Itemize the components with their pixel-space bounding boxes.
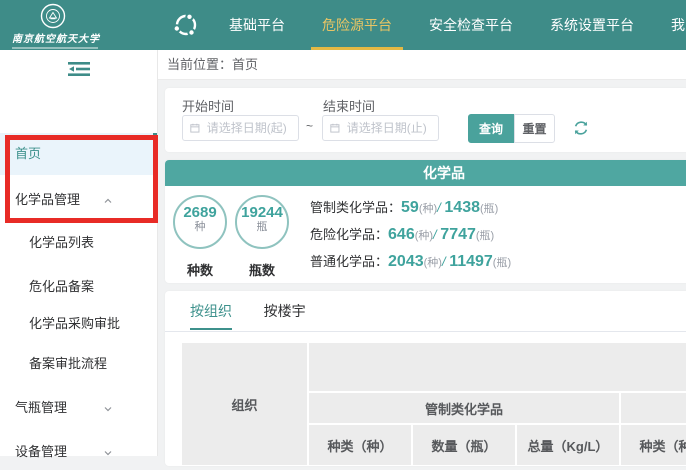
stat-types-value: 646 (388, 226, 415, 243)
stat-separator: / (433, 227, 437, 242)
bottle-count-label: 瓶数 (235, 260, 289, 279)
sidebar-item-gas-cylinder-management[interactable]: 气瓶管理 (0, 390, 157, 426)
sidebar-item-chemical-management[interactable]: 化学品管理 (0, 182, 157, 218)
sidebar: 首页 化学品管理 化学品列表 危化品备案 化学品采购审批 备案审批流程 气瓶管理… (0, 50, 158, 456)
stat-bottles-unit: (瓶) (493, 257, 511, 269)
column-header-types: 种类（种） (309, 425, 411, 465)
sidebar-item-chemical-list[interactable]: 化学品列表 (0, 225, 157, 261)
species-count-label: 种数 (173, 260, 227, 279)
nav-tab-system-settings-platform[interactable]: 系统设置平台 (539, 0, 645, 50)
next-group-header-cell (621, 393, 686, 423)
share-icon[interactable] (172, 11, 200, 39)
stat-types-value: 59 (401, 199, 419, 216)
sidebar-item-label: 化学品采购审批 (29, 316, 120, 331)
start-date-input[interactable] (182, 115, 299, 141)
start-time-label: 开始时间 (182, 96, 234, 115)
end-time-label: 结束时间 (323, 96, 375, 115)
statistics-table-panel: 按组织 按楼宇 组织 管制类化学品 种类（种） 数量（瓶） 总量（Kg/L） 种… (165, 291, 686, 466)
reset-button[interactable]: 重置 (514, 114, 555, 143)
breadcrumb: 当前位置：首页 (158, 50, 686, 80)
date-range-separator: ~ (306, 119, 313, 133)
end-date-input[interactable] (322, 115, 439, 141)
breadcrumb-text: 当前位置：首页 (167, 57, 258, 72)
column-header-total: 总量（Kg/L） (517, 425, 619, 465)
sidebar-item-purchase-approval[interactable]: 化学品采购审批 (0, 306, 157, 342)
sidebar-item-hazchem-filing[interactable]: 危化品备案 (0, 269, 157, 305)
sidebar-item-filing-approval-flow[interactable]: 备案审批流程 (0, 346, 157, 382)
stat-separator: / (437, 200, 441, 215)
nav-tab-base-platform[interactable]: 基础平台 (218, 0, 296, 50)
nav-tab-hazard-platform[interactable]: 危险源平台 (311, 0, 403, 50)
view-tabs: 按组织 按楼宇 (165, 291, 686, 332)
nav-tab-safety-check-platform[interactable]: 安全检查平台 (418, 0, 524, 50)
species-count-unit: 种 (175, 221, 225, 234)
column-header-quantity: 数量（瓶） (413, 425, 515, 465)
refresh-icon[interactable] (572, 119, 590, 137)
stat-label: 管制类化学品： (310, 200, 401, 215)
stat-bottles-unit: (瓶) (480, 203, 498, 215)
sidebar-item-label: 首页 (15, 146, 41, 161)
bottle-count-unit: 瓶 (237, 221, 287, 234)
sidebar-item-equipment-management[interactable]: 设备管理 (0, 434, 157, 470)
stat-bottles-value: 1438 (444, 199, 480, 216)
nav-tab-mine[interactable]: 我的 (660, 0, 686, 50)
sidebar-item-label: 危化品备案 (29, 279, 94, 294)
stat-separator: / (442, 254, 446, 269)
tab-by-building[interactable]: 按楼宇 (264, 299, 306, 330)
column-header-types-next-group: 种类（种） (621, 425, 686, 465)
menu-fold-icon[interactable] (0, 61, 157, 80)
university-seal-icon (40, 3, 66, 29)
sidebar-item-label: 气瓶管理 (15, 400, 67, 415)
university-logo: 南京航空航天大学 (12, 3, 132, 49)
bottle-count-circle: 19244 瓶 (235, 195, 289, 249)
species-count-circle: 2689 种 (173, 195, 227, 249)
controlled-chemicals-stat: 管制类化学品：59(种)/ 1438(瓶) (310, 197, 498, 217)
chevron-up-icon (104, 197, 112, 205)
stat-bottles-unit: (瓶) (476, 230, 494, 242)
chemicals-by-org-table: 组织 管制类化学品 种类（种） 数量（瓶） 总量（Kg/L） 种类（种） (180, 341, 686, 467)
dangerous-chemicals-stat: 危险化学品：646(种)/ 7747(瓶) (310, 224, 494, 244)
sidebar-item-label: 设备管理 (15, 444, 67, 459)
stat-types-unit: (种) (424, 257, 442, 269)
stat-bottles-value: 7747 (440, 226, 476, 243)
stat-types-unit: (种) (415, 230, 433, 242)
tab-by-organization[interactable]: 按组织 (190, 299, 232, 330)
calendar-icon (190, 122, 200, 134)
table-top-spacer-cell (309, 343, 686, 391)
controlled-group-header: 管制类化学品 (309, 393, 619, 423)
sidebar-item-label: 化学品列表 (29, 235, 94, 250)
species-count-value: 2689 (175, 205, 225, 221)
chemical-stats-panel: 化学品 2689 种 19244 瓶 种数 瓶数 管制类化学品：59(种)/ 1… (165, 160, 686, 283)
calendar-icon (330, 122, 340, 134)
date-filter-panel: 开始时间 结束时间 ~ 查询 重置 (165, 88, 686, 152)
stat-label: 危险化学品： (310, 227, 388, 242)
panel-title: 化学品 (165, 160, 686, 186)
bottle-count-value: 19244 (237, 205, 287, 221)
stat-label: 普通化学品： (310, 254, 388, 269)
main-nav: 基础平台 危险源平台 安全检查平台 系统设置平台 我的 (218, 0, 686, 50)
end-date-field[interactable] (345, 120, 431, 136)
chevron-down-icon (104, 405, 112, 413)
sidebar-item-label: 备案审批流程 (29, 356, 107, 371)
start-date-field[interactable] (205, 120, 291, 136)
ordinary-chemicals-stat: 普通化学品：2043(种)/ 11497(瓶) (310, 251, 511, 271)
university-name: 南京航空航天大学 (12, 30, 132, 45)
sidebar-item-label: 化学品管理 (15, 192, 80, 207)
org-column-header: 组织 (182, 343, 307, 465)
university-subtitle-line (12, 47, 98, 49)
top-navbar: 南京航空航天大学 基础平台 危险源平台 安全检查平台 系统设置平台 我的 (0, 0, 686, 50)
sidebar-item-home[interactable]: 首页 (0, 133, 157, 175)
stat-types-value: 2043 (388, 253, 424, 270)
search-button[interactable]: 查询 (468, 114, 514, 143)
stat-bottles-value: 11497 (449, 253, 493, 270)
stat-types-unit: (种) (419, 203, 437, 215)
